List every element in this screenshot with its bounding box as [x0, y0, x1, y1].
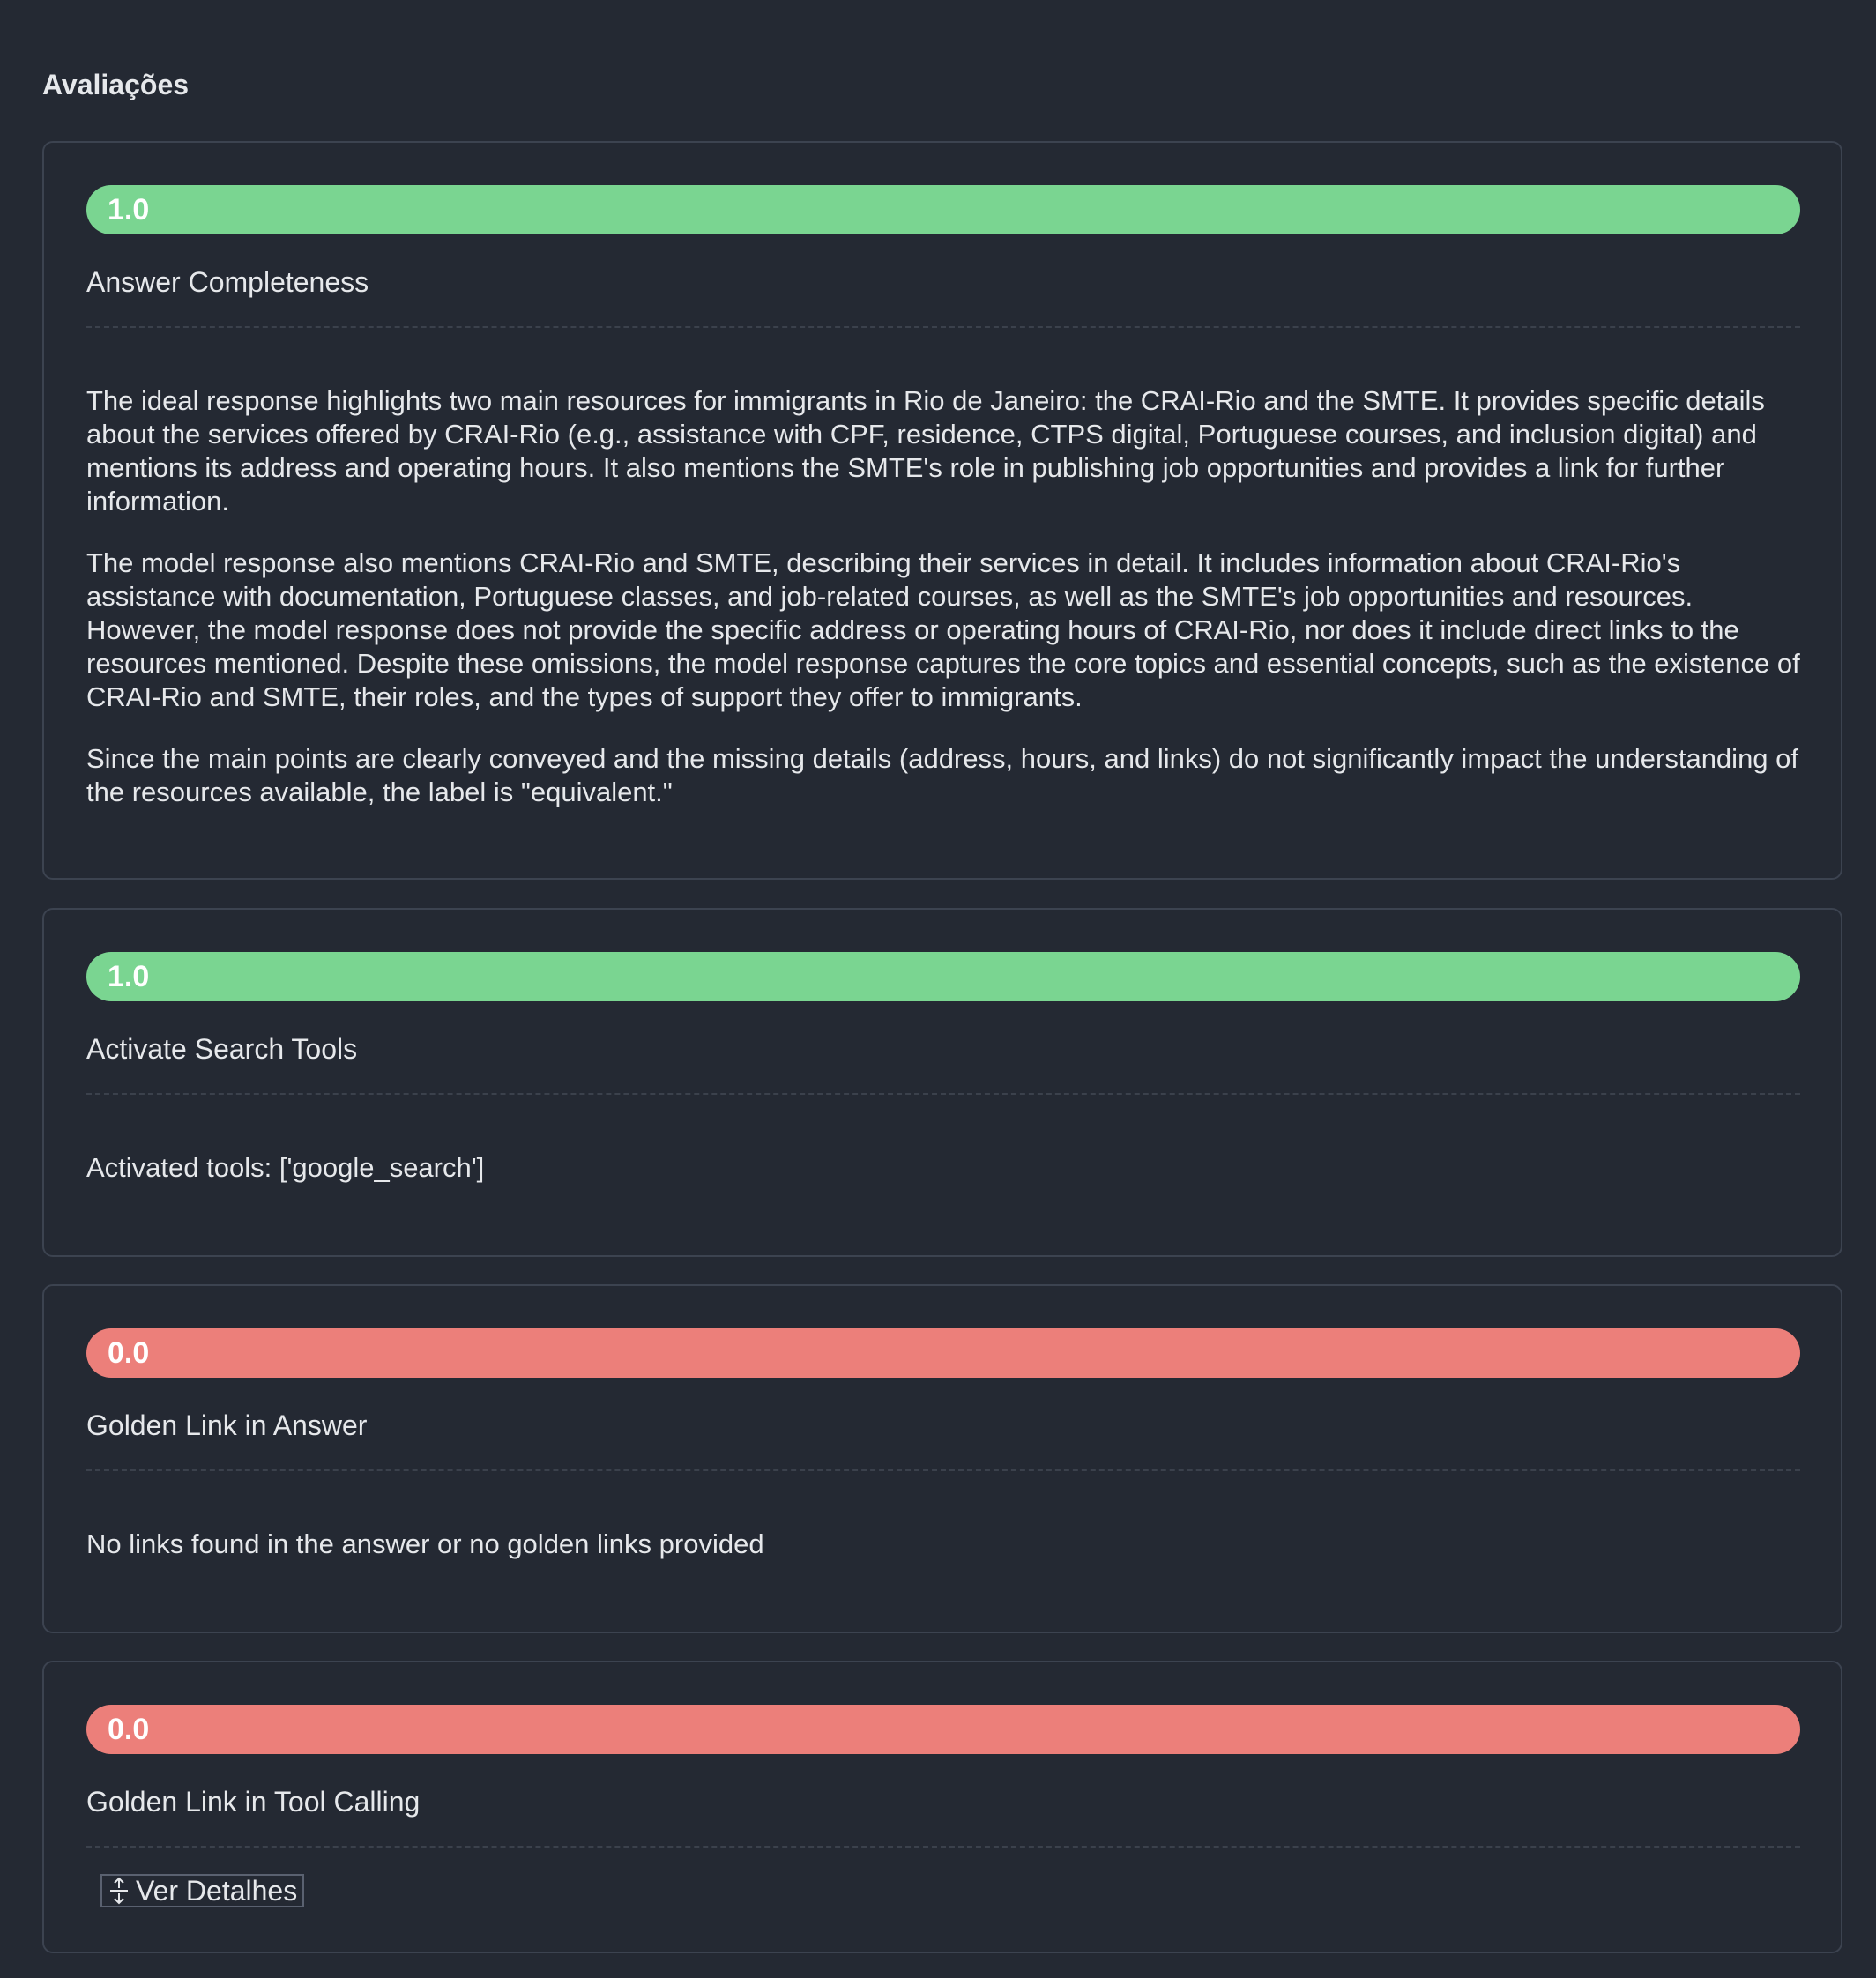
score-value: 1.0 [108, 959, 150, 993]
explanation-paragraph: No links found in the answer or no golde… [86, 1528, 764, 1559]
score-bar: 0.0 [86, 1328, 1800, 1378]
divider [86, 1093, 1800, 1095]
evaluation-card-golden-link-answer: 0.0 Golden Link in Answer No links found… [42, 1284, 1842, 1633]
explanation-paragraph: Since the main points are clearly convey… [86, 743, 1799, 807]
evaluations-page: Avaliações 1.0 Answer Completeness The i… [0, 0, 1876, 1978]
score-bar: 1.0 [86, 185, 1800, 234]
expand-vertical-icon [110, 1877, 128, 1905]
view-details-label: Ver Detalhes [136, 1874, 298, 1907]
explanation-paragraph: The model response also mentions CRAI-Ri… [86, 547, 1800, 712]
score-value: 1.0 [108, 192, 150, 227]
metric-name: Golden Link in Answer [86, 1409, 368, 1441]
metric-name: Activate Search Tools [86, 1033, 358, 1065]
score-bar: 0.0 [86, 1705, 1800, 1754]
divider [86, 1846, 1800, 1848]
metric-name: Golden Link in Tool Calling [86, 1786, 421, 1818]
evaluation-card-answer-completeness: 1.0 Answer Completeness The ideal respon… [42, 141, 1842, 880]
score-bar: 1.0 [86, 952, 1800, 1001]
metric-name: Answer Completeness [86, 266, 369, 298]
evaluation-explanation: No links found in the answer or no golde… [86, 1528, 1800, 1589]
evaluation-card-activate-search-tools: 1.0 Activate Search Tools Activated tool… [42, 908, 1842, 1257]
divider [86, 326, 1800, 328]
score-value: 0.0 [108, 1712, 150, 1746]
explanation-paragraph: The ideal response highlights two main r… [86, 385, 1765, 517]
divider [86, 1469, 1800, 1471]
section-title: Avaliações [42, 69, 190, 100]
score-value: 0.0 [108, 1335, 150, 1370]
explanation-paragraph: Activated tools: ['google_search'] [86, 1152, 485, 1183]
evaluation-explanation: Activated tools: ['google_search'] [86, 1151, 1800, 1213]
evaluation-explanation: The ideal response highlights two main r… [86, 384, 1800, 837]
view-details-button[interactable]: Ver Detalhes [100, 1874, 305, 1907]
evaluation-card-golden-link-tool-calling: 0.0 Golden Link in Tool Calling Ver Deta… [42, 1661, 1842, 1953]
